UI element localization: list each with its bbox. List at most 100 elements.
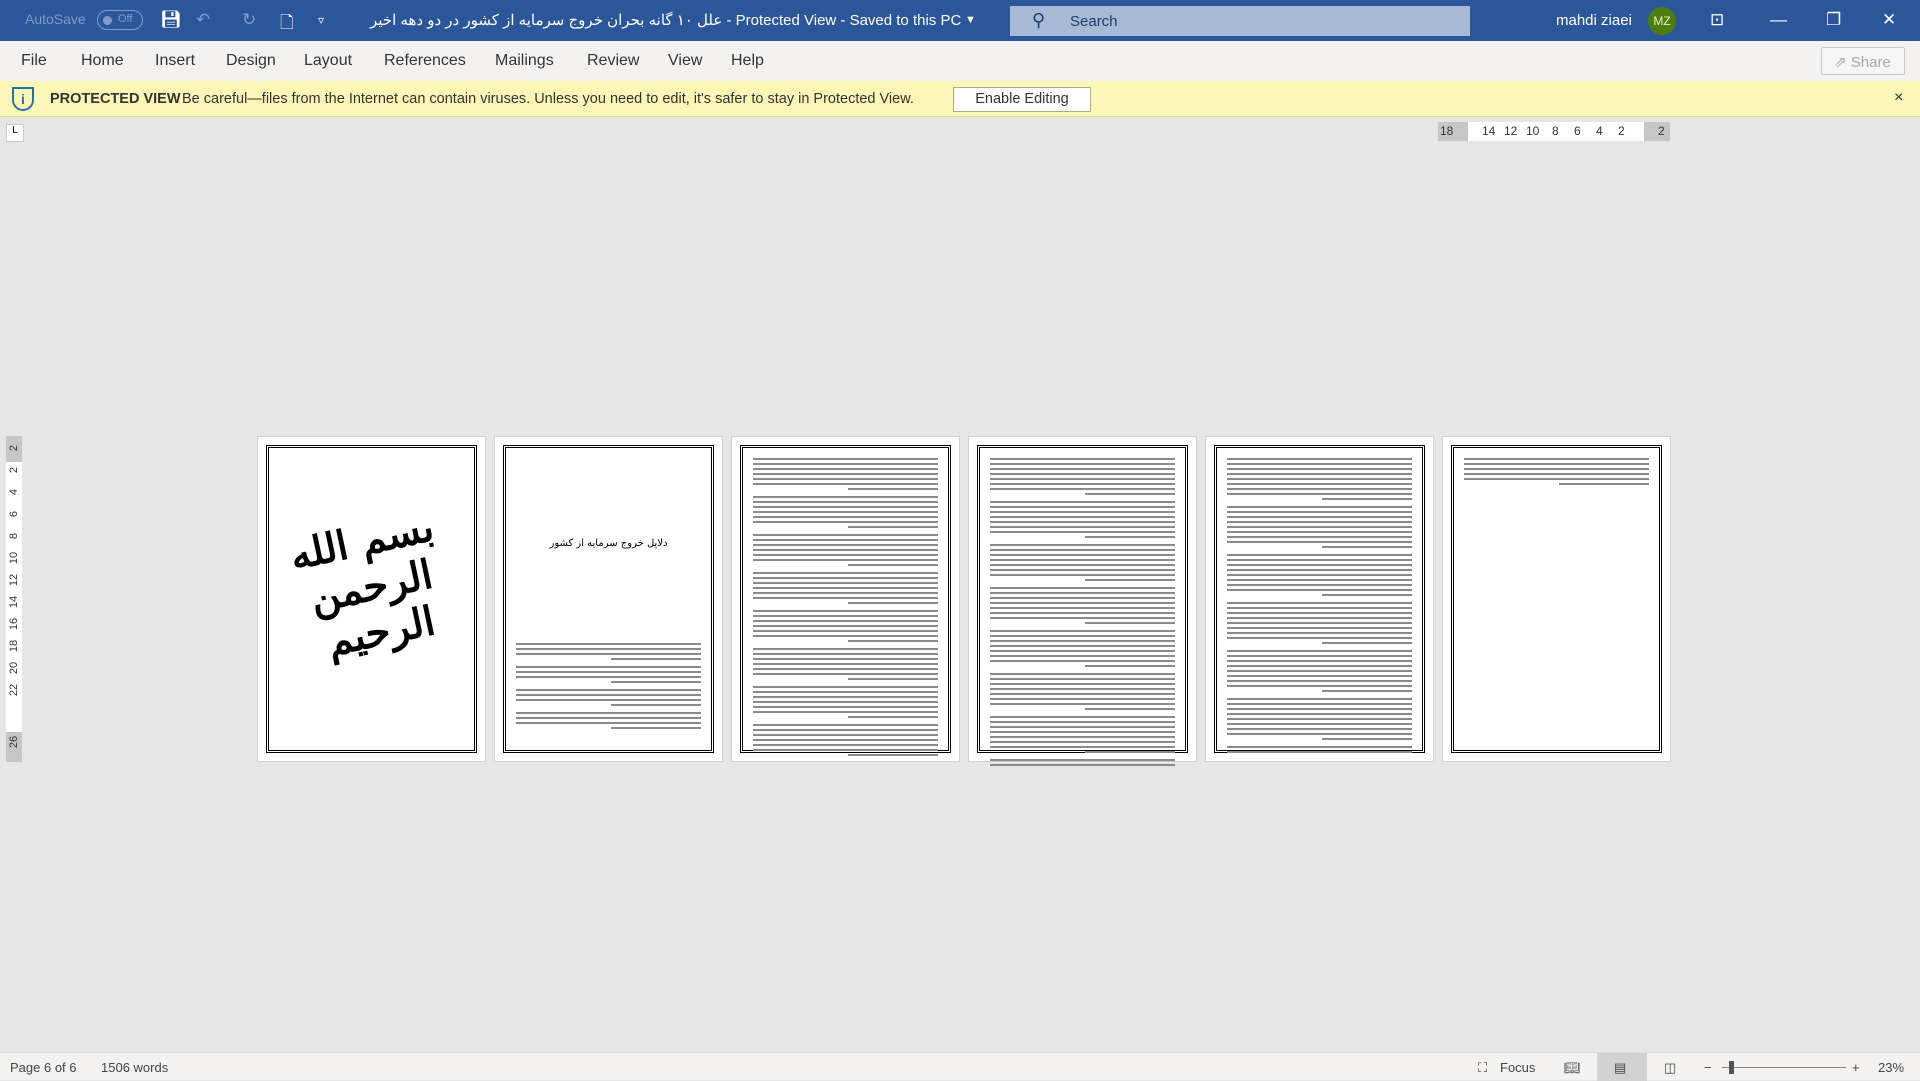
avatar[interactable]: MZ xyxy=(1648,7,1676,35)
text-line xyxy=(990,564,1175,566)
close-icon[interactable]: ✕ xyxy=(1882,10,1896,30)
text-line xyxy=(990,650,1175,652)
close-icon[interactable]: × xyxy=(1894,89,1903,107)
share-button[interactable]: ⇗ Share xyxy=(1821,47,1905,75)
text-line xyxy=(1085,536,1175,538)
redo-icon[interactable]: ↻ xyxy=(242,10,256,30)
tab-selector[interactable]: L xyxy=(6,124,24,142)
text-line xyxy=(1227,541,1412,543)
text-line xyxy=(990,501,1175,503)
text-line xyxy=(848,602,938,604)
text-line xyxy=(990,511,1175,513)
new-document-icon[interactable]: 🗋 xyxy=(280,10,294,39)
minimize-icon[interactable]: — xyxy=(1770,10,1787,30)
enable-editing-button[interactable]: Enable Editing xyxy=(953,87,1091,112)
text-line xyxy=(1227,612,1412,614)
chevron-down-icon[interactable]: ▼ xyxy=(965,14,976,26)
text-line xyxy=(990,526,1175,528)
customize-icon[interactable]: ▿ xyxy=(318,13,324,27)
horizontal-ruler[interactable]: 18 14 12 10 8 6 4 2 2 xyxy=(1438,122,1670,141)
protected-view-message: Be careful—files from the Internet can c… xyxy=(182,91,914,107)
text-line xyxy=(848,754,938,756)
menu-design[interactable]: Design xyxy=(226,52,276,70)
undo-icon[interactable]: ↶ xyxy=(196,10,210,30)
focus-button[interactable]: Focus xyxy=(1500,1060,1535,1075)
zoom-in-icon[interactable]: + xyxy=(1852,1060,1860,1075)
print-layout-icon[interactable]: ▤ xyxy=(1614,1060,1626,1076)
text-line xyxy=(990,488,1175,490)
text-line xyxy=(753,559,938,561)
text-line xyxy=(753,572,938,574)
text-line xyxy=(1227,589,1412,591)
menu-references[interactable]: References xyxy=(384,52,466,70)
text-line xyxy=(1227,607,1412,609)
text-line xyxy=(990,569,1175,571)
text-line xyxy=(753,653,938,655)
text-line xyxy=(990,655,1175,657)
text-line xyxy=(1227,531,1412,533)
text-line xyxy=(1227,660,1412,662)
text-line xyxy=(611,658,701,660)
document-title: علل ۱۰ گانه بحران خروج سرمایه از کشور در… xyxy=(370,12,962,29)
text-line xyxy=(753,630,938,632)
text-line xyxy=(990,630,1175,632)
restore-icon[interactable]: ❐ xyxy=(1826,10,1841,30)
text-line xyxy=(753,496,938,498)
word-count[interactable]: 1506 words xyxy=(101,1060,168,1075)
text-line xyxy=(1322,594,1412,596)
autosave-toggle[interactable]: Off xyxy=(97,10,143,30)
bismillah-calligraphy: بسم الله الرحمن الرحیم xyxy=(285,503,440,666)
zoom-out-icon[interactable]: − xyxy=(1704,1060,1712,1075)
search-input[interactable]: ⚲ Search xyxy=(1010,6,1470,36)
read-mode-icon[interactable]: 📖︎ xyxy=(1564,1060,1581,1076)
page-count[interactable]: Page 6 of 6 xyxy=(10,1060,77,1075)
ribbon-display-icon[interactable]: ⊡ xyxy=(1710,10,1724,30)
text-line xyxy=(1559,483,1649,485)
text-line xyxy=(990,554,1175,556)
zoom-slider-thumb[interactable] xyxy=(1729,1061,1734,1074)
text-line xyxy=(1322,690,1412,692)
vertical-ruler[interactable]: 2 2 4 6 8 10 12 14 16 18 20 22 26 xyxy=(6,436,22,762)
web-layout-icon[interactable]: ◫ xyxy=(1664,1060,1676,1076)
focus-icon[interactable]: ⛶ xyxy=(1478,1060,1487,1076)
text-line xyxy=(1227,574,1412,576)
text-line xyxy=(990,731,1175,733)
text-line xyxy=(990,645,1175,647)
protected-view-label: PROTECTED VIEW xyxy=(50,91,181,107)
ruler-label: 8 xyxy=(1552,124,1559,138)
text-line xyxy=(1227,617,1412,619)
ruler-label: 22 xyxy=(8,683,20,697)
text-line xyxy=(1464,463,1649,465)
text-line xyxy=(1227,458,1412,460)
text-line xyxy=(753,473,938,475)
text-line xyxy=(753,691,938,693)
menu-view[interactable]: View xyxy=(668,52,702,70)
text-line xyxy=(1227,473,1412,475)
menu-insert[interactable]: Insert xyxy=(155,52,195,70)
text-line xyxy=(990,726,1175,728)
text-line xyxy=(516,648,701,650)
ruler-label: 14 xyxy=(1482,124,1496,138)
menu-home[interactable]: Home xyxy=(81,52,124,70)
page-6 xyxy=(1442,436,1671,762)
text-line xyxy=(1227,632,1412,634)
search-icon: ⚲ xyxy=(1032,10,1046,30)
menu-help[interactable]: Help xyxy=(731,52,764,70)
text-line xyxy=(753,615,938,617)
zoom-level[interactable]: 23% xyxy=(1878,1060,1904,1075)
save-icon[interactable]: 💾︎ xyxy=(160,10,182,30)
text-line xyxy=(1227,622,1412,624)
text-line xyxy=(990,721,1175,723)
menu-file[interactable]: File xyxy=(21,52,47,70)
text-line xyxy=(516,653,701,655)
search-placeholder: Search xyxy=(1070,13,1118,30)
menu-layout[interactable]: Layout xyxy=(304,52,352,70)
text-line xyxy=(516,643,701,645)
zoom-slider[interactable] xyxy=(1722,1067,1846,1068)
text-line xyxy=(990,617,1175,619)
text-line xyxy=(1227,665,1412,667)
menu-review[interactable]: Review xyxy=(587,52,639,70)
user-name[interactable]: mahdi ziaei xyxy=(1556,12,1632,29)
menu-mailings[interactable]: Mailings xyxy=(495,52,554,70)
text-line xyxy=(516,676,701,678)
